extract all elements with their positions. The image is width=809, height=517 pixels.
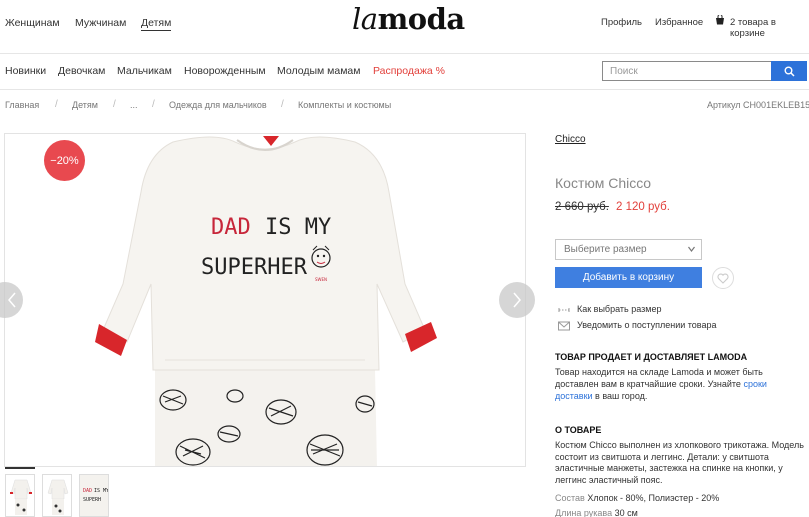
nav-new[interactable]: Новинки [5, 65, 46, 77]
chevron-left-icon [8, 292, 16, 308]
seller-text-before: Товар находится на складе Lamoda и может… [555, 367, 763, 389]
old-price: 2 660 руб. [555, 201, 609, 213]
article-number: Артикул CH001EKLEB15 [707, 100, 809, 110]
gallery-next-button[interactable] [499, 282, 535, 318]
discount-badge: −20% [44, 140, 85, 181]
svg-text:IS MY: IS MY [94, 488, 109, 494]
breadcrumb-separator: / [55, 99, 58, 110]
heart-icon [717, 273, 729, 284]
shirt-print-dad: DAD [211, 215, 251, 240]
breadcrumb-ellipsis[interactable]: ... [130, 100, 138, 110]
shirt-print-is-my: IS MY [265, 215, 331, 240]
sleeve-label: Длина рукава [555, 508, 613, 517]
nav-divider-top [0, 53, 809, 54]
brand-link[interactable]: Chicco [555, 134, 586, 145]
nav-moms[interactable]: Молодым мамам [277, 65, 360, 77]
thumbnail-2[interactable] [42, 474, 72, 517]
breadcrumb-separator: / [113, 99, 116, 110]
gender-women-link[interactable]: Женщинам [5, 17, 60, 29]
product-title: Костюм Chicco [555, 175, 652, 191]
shirt-print-superhero: SUPERHER [201, 255, 308, 280]
svg-text:SUPERH: SUPERH [83, 497, 101, 503]
search-input[interactable] [602, 61, 772, 81]
breadcrumb-sets[interactable]: Комплекты и костюмы [298, 100, 391, 110]
seller-text-after: в ваш город. [592, 391, 648, 401]
thumbnail-1[interactable] [5, 474, 35, 517]
breadcrumb-home[interactable]: Главная [5, 100, 39, 110]
ruler-icon [558, 308, 570, 312]
nav-sale[interactable]: Распродажа % [373, 65, 445, 77]
nav-divider-bottom [0, 89, 809, 90]
breadcrumb-separator: / [152, 99, 155, 110]
product-image: DAD IS MY SUPERHER SWEN [95, 136, 437, 466]
search-button[interactable] [771, 61, 807, 81]
envelope-icon [558, 321, 570, 331]
size-select[interactable]: Выберите размер [555, 239, 702, 260]
search-icon [784, 66, 795, 77]
seller-heading: ТОВАР ПРОДАЕТ И ДОСТАВЛЯЕТ LAMODA [555, 352, 748, 362]
about-heading: О ТОВАРЕ [555, 425, 602, 435]
chevron-right-icon [513, 292, 521, 308]
seller-text: Товар находится на складе Lamoda и может… [555, 366, 805, 402]
sleeve-value: 30 см [614, 508, 638, 517]
composition-label: Состав [555, 493, 585, 503]
profile-link[interactable]: Профиль [601, 17, 642, 28]
composition-row: Состав Хлопок - 80%, Полиэстер - 20% [555, 493, 719, 503]
gender-kids-link[interactable]: Детям [141, 17, 172, 31]
thumbnail-3[interactable]: DAD IS MY SUPERH [79, 474, 109, 517]
cart-icon[interactable] [714, 15, 725, 25]
cart-link[interactable]: 2 товара в корзине [730, 17, 809, 39]
gender-men-link[interactable]: Мужчинам [75, 17, 126, 29]
nav-newborn[interactable]: Новорожденным [184, 65, 266, 77]
size-guide-link[interactable]: Как выбрать размер [577, 304, 661, 314]
favorite-button[interactable] [712, 267, 734, 289]
chevron-down-icon [688, 246, 695, 252]
composition-value: Хлопок - 80%, Полиэстер - 20% [587, 493, 720, 503]
notify-link[interactable]: Уведомить о поступлении товара [577, 320, 716, 330]
logo-part1: la [352, 2, 378, 36]
about-text: Костюм Chicco выполнен из хлопкового три… [555, 440, 804, 485]
svg-text:DAD: DAD [83, 488, 92, 494]
add-to-cart-button[interactable]: Добавить в корзину [555, 267, 702, 288]
product-image-gallery[interactable]: DAD IS MY SUPERHER SWEN [4, 133, 526, 467]
lamoda-logo[interactable]: lamoda [352, 2, 465, 36]
nav-boys[interactable]: Мальчикам [117, 65, 172, 77]
new-price: 2 120 руб. [616, 201, 670, 213]
breadcrumb-separator: / [281, 99, 284, 110]
logo-part2: moda [377, 2, 466, 36]
top-bar: Женщинам Мужчинам Детям lamoda Профиль И… [0, 0, 809, 52]
sleeve-row: Длина рукава 30 см [555, 508, 638, 517]
nav-girls[interactable]: Девочкам [58, 65, 105, 77]
breadcrumb-boys-clothing[interactable]: Одежда для мальчиков [169, 100, 267, 110]
svg-text:SWEN: SWEN [315, 277, 327, 282]
favorites-link[interactable]: Избранное [655, 17, 703, 28]
breadcrumb-kids[interactable]: Детям [72, 100, 98, 110]
active-thumbnail-indicator [5, 467, 35, 469]
